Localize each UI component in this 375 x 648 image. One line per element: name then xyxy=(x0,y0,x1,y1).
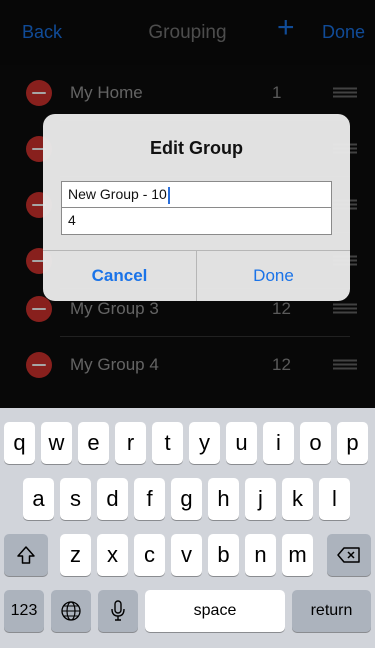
delete-icon xyxy=(337,547,360,563)
key-j[interactable]: j xyxy=(245,478,276,520)
numbers-key[interactable]: 123 xyxy=(4,590,44,632)
key-p[interactable]: p xyxy=(337,422,368,464)
shift-icon xyxy=(17,546,35,564)
key-m[interactable]: m xyxy=(282,534,313,576)
globe-key[interactable] xyxy=(51,590,91,632)
key-t[interactable]: t xyxy=(152,422,183,464)
keyboard: q w e r t y u i o p a s d f g h j k l z … xyxy=(0,408,375,648)
dialog-title: Edit Group xyxy=(150,138,243,158)
key-i[interactable]: i xyxy=(263,422,294,464)
globe-icon xyxy=(61,601,81,621)
return-key[interactable]: return xyxy=(292,590,371,632)
group-name-value: New Group - 10 xyxy=(68,186,167,202)
key-s[interactable]: s xyxy=(60,478,91,520)
microphone-icon xyxy=(111,600,125,621)
key-b[interactable]: b xyxy=(208,534,239,576)
key-v[interactable]: v xyxy=(171,534,202,576)
key-c[interactable]: c xyxy=(134,534,165,576)
dictation-key[interactable] xyxy=(98,590,138,632)
key-e[interactable]: e xyxy=(78,422,109,464)
key-f[interactable]: f xyxy=(134,478,165,520)
key-a[interactable]: a xyxy=(23,478,54,520)
key-l[interactable]: l xyxy=(319,478,350,520)
group-number-value: 4 xyxy=(68,212,76,228)
cancel-button[interactable]: Cancel xyxy=(43,251,196,301)
key-k[interactable]: k xyxy=(282,478,313,520)
key-d[interactable]: d xyxy=(97,478,128,520)
key-h[interactable]: h xyxy=(208,478,239,520)
dialog-done-button[interactable]: Done xyxy=(197,251,350,301)
key-r[interactable]: r xyxy=(115,422,146,464)
key-z[interactable]: z xyxy=(60,534,91,576)
key-y[interactable]: y xyxy=(189,422,220,464)
key-x[interactable]: x xyxy=(97,534,128,576)
key-n[interactable]: n xyxy=(245,534,276,576)
key-q[interactable]: q xyxy=(4,422,35,464)
key-g[interactable]: g xyxy=(171,478,202,520)
text-cursor xyxy=(167,186,170,204)
delete-key[interactable] xyxy=(327,534,371,576)
key-w[interactable]: w xyxy=(41,422,72,464)
group-number-field[interactable]: 4 xyxy=(61,208,332,235)
space-key[interactable]: space xyxy=(145,590,285,632)
key-o[interactable]: o xyxy=(300,422,331,464)
key-u[interactable]: u xyxy=(226,422,257,464)
group-name-field[interactable]: New Group - 10 xyxy=(61,181,332,208)
edit-group-dialog: Edit Group New Group - 10 4 Cancel Done xyxy=(43,114,350,301)
shift-key[interactable] xyxy=(4,534,48,576)
